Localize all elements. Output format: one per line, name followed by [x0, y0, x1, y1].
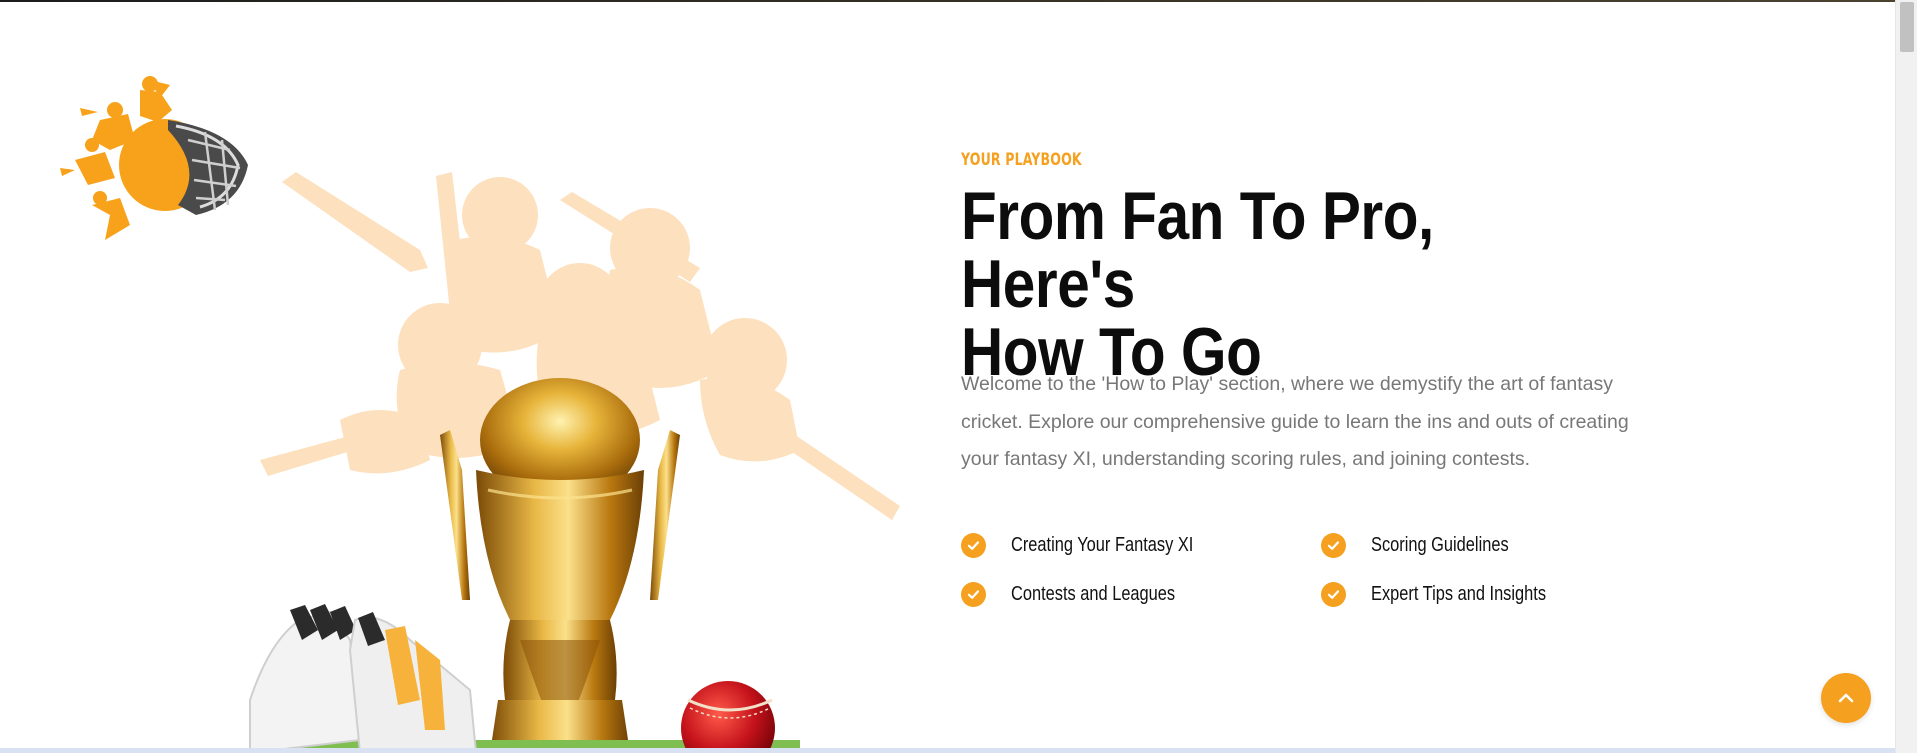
vertical-scrollbar[interactable] — [1895, 0, 1917, 753]
feature-label: Creating Your Fantasy XI — [1011, 533, 1194, 556]
feature-item: Creating Your Fantasy XI — [961, 530, 1233, 560]
section-title: From Fan To Pro, Here's How To Go — [961, 182, 1580, 386]
cricket-illustration — [60, 76, 900, 753]
check-circle-icon — [961, 532, 986, 558]
bottom-edge — [0, 748, 1895, 753]
feature-label: Contests and Leagues — [1011, 582, 1176, 605]
chevron-up-icon — [1838, 693, 1854, 703]
section-title-line1: From Fan To Pro, Here's — [961, 178, 1434, 322]
helmet-logo-icon — [60, 76, 248, 240]
scrollbar-thumb[interactable] — [1900, 2, 1914, 52]
check-circle-icon — [961, 581, 986, 607]
back-to-top-button[interactable] — [1821, 673, 1871, 723]
check-circle-icon — [1321, 532, 1346, 558]
section-intro: Welcome to the 'How to Play' section, wh… — [961, 373, 1629, 470]
feature-label: Scoring Guidelines — [1371, 533, 1509, 556]
feature-label: Expert Tips and Insights — [1371, 582, 1547, 605]
feature-item: Contests and Leagues — [961, 579, 1211, 609]
gloves-icon — [249, 604, 478, 753]
cricket-ball-icon — [681, 681, 775, 753]
section-eyebrow: YOUR PLAYBOOK — [961, 150, 1082, 170]
check-circle-icon — [1321, 581, 1346, 607]
feature-item: Expert Tips and Insights — [1321, 579, 1584, 609]
feature-item: Scoring Guidelines — [1321, 530, 1539, 560]
